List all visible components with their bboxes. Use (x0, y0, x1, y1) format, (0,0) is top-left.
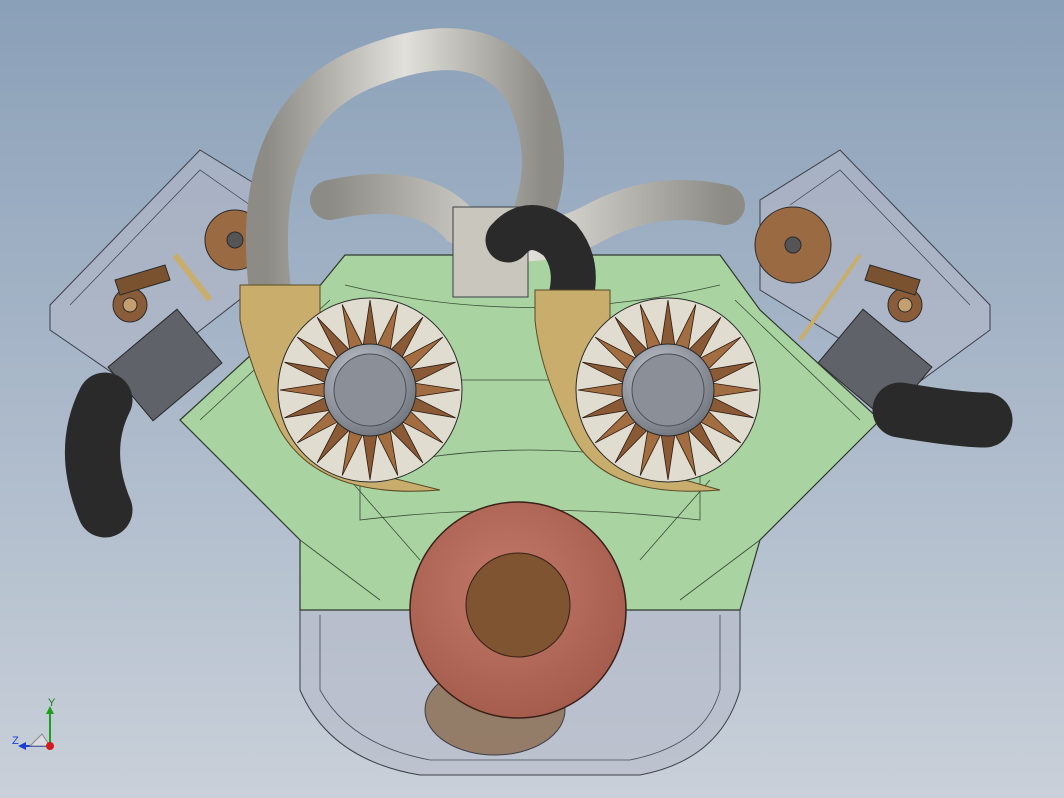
cad-viewport[interactable]: Y Z (0, 0, 1064, 798)
left-starwheel (277, 297, 463, 483)
left-exhaust-hose (65, 372, 133, 538)
right-cam-pulley-hub (784, 236, 802, 254)
crank-pulley-center (465, 552, 571, 658)
z-axis-label: Z (12, 735, 19, 747)
left-cam-pulley-hub (226, 231, 244, 249)
right-starwheel (575, 297, 761, 483)
axis-triad: Y Z (12, 698, 56, 750)
z-axis-arrow (18, 742, 26, 750)
right-exhaust-hose (872, 382, 1013, 448)
x-axis-dot (46, 742, 54, 750)
y-axis-label: Y (48, 698, 56, 709)
engine-model[interactable] (0, 0, 1064, 798)
